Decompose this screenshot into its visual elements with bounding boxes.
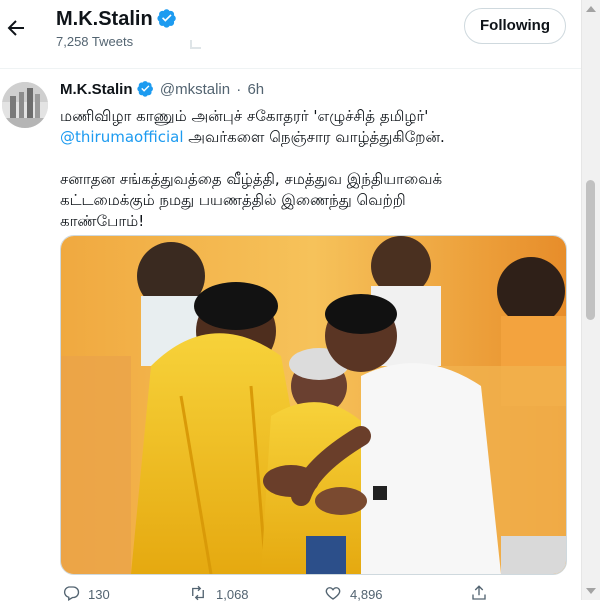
mention-link[interactable]: @thirumaofficial [60,128,184,146]
back-arrow-icon[interactable] [4,16,28,40]
tweet-text-line: கட்டமைக்கும் நமது பயணத்தில் இணைந்து வெற்… [60,191,406,209]
profile-header: M.K.Stalin 7,258 Tweets Following [0,0,582,69]
verified-badge-icon [137,80,154,103]
photo-illustration [61,236,566,574]
header-title: M.K.Stalin [56,6,177,35]
scrollbar[interactable] [581,0,600,600]
ghost-retweet-icon [190,40,201,49]
avatar[interactable] [2,82,48,128]
tweet-text-line: காண்போம்! [60,212,145,230]
like-button[interactable]: 4,896 [324,584,383,604]
author-name[interactable]: M.K.Stalin [60,81,133,98]
tweet-text-line: சனாதன சங்கத்துவத்தை வீழ்த்தி, சமத்துவ இந… [60,170,443,188]
tweet-text-fragment: அவர்களை நெஞ்சார வாழ்த்துகிறேன். [183,128,445,146]
tweet-count: 7,258 Tweets [56,34,134,49]
scroll-thumb[interactable] [586,180,595,320]
heart-icon [324,584,350,605]
separator-dot: · [236,81,242,98]
reply-icon [62,584,88,605]
author-handle[interactable]: @mkstalin [160,81,230,98]
like-count: 4,896 [350,586,383,602]
scroll-up-arrow-icon[interactable] [586,6,596,12]
tweet-header: M.K.Stalin @mkstalin · 6h [60,80,264,103]
tweet-actions: 130 1,068 4,896 [60,584,565,604]
retweet-count: 1,068 [216,586,249,602]
tweet-time[interactable]: 6h [247,81,264,98]
header-name-text: M.K.Stalin [56,8,153,30]
verified-badge-icon [157,8,177,35]
reply-button[interactable]: 130 [62,584,110,604]
tweet-text: மணிவிழா காணும் அன்புச் சகோதரர் 'எழுச்சித… [60,106,560,232]
tweet[interactable]: M.K.Stalin @mkstalin · 6h மணிவிழா காணும்… [0,68,582,602]
tweet-photo[interactable] [60,235,567,575]
share-icon [470,584,496,605]
tweet-text-line: மணிவிழா காணும் அன்புச் சகோதரர் 'எழுச்சித… [60,107,429,125]
tweet-text-line: @thirumaofficial அவர்களை நெஞ்சார வாழ்த்த… [60,127,560,148]
share-button[interactable] [470,584,496,604]
scroll-down-arrow-icon[interactable] [586,588,596,594]
retweet-button[interactable]: 1,068 [188,584,249,604]
following-button[interactable]: Following [464,8,566,44]
retweet-icon [188,584,216,605]
reply-count: 130 [88,586,110,602]
